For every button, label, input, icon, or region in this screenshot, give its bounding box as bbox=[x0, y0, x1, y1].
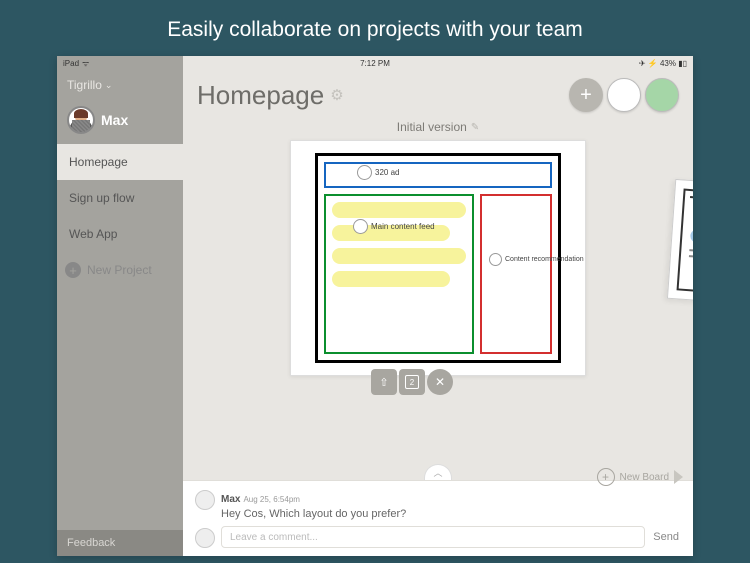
sidebar: Tigrillo ⌄ Max Homepage Sign up flow Web… bbox=[57, 56, 183, 556]
feedback-button[interactable]: Feedback bbox=[57, 530, 183, 556]
next-board-preview[interactable] bbox=[667, 179, 693, 305]
collaborator-avatar-1[interactable] bbox=[607, 78, 641, 112]
board-toolbar: ⇧ 2 ✕ bbox=[371, 369, 453, 395]
annotation-rec[interactable]: Content recommendation bbox=[489, 253, 584, 266]
sidebar-item-web-app[interactable]: Web App bbox=[57, 216, 183, 252]
comment-timestamp: Aug 25, 6:54pm bbox=[243, 495, 299, 504]
main-content: Homepage ⚙ + Initial version ✎ bbox=[183, 56, 693, 556]
board-card[interactable]: 320 ad Main content feed Content recomme… bbox=[290, 140, 586, 376]
new-project-button[interactable]: + New Project bbox=[57, 252, 183, 288]
page-title: Homepage bbox=[197, 80, 324, 111]
add-button[interactable]: + bbox=[569, 78, 603, 112]
avatar bbox=[195, 528, 215, 548]
canvas-area: 320 ad Main content feed Content recomme… bbox=[183, 140, 693, 480]
comment-composer: Leave a comment... Send bbox=[195, 526, 681, 548]
current-user[interactable]: Max bbox=[57, 100, 183, 144]
comment-text: Hey Cos, Which layout do you prefer? bbox=[221, 508, 681, 520]
new-board-label: New Board bbox=[620, 472, 669, 483]
annotation-ad-label: 320 ad bbox=[375, 168, 399, 177]
expand-comments[interactable]: ︿ bbox=[424, 464, 452, 480]
avatar bbox=[67, 106, 95, 134]
comment-input[interactable]: Leave a comment... bbox=[221, 526, 645, 548]
page-header: Homepage ⚙ + bbox=[183, 70, 693, 116]
avatar bbox=[195, 490, 215, 510]
promo-headline: Easily collaborate on projects with your… bbox=[167, 0, 583, 56]
annotation-ad[interactable]: 320 ad bbox=[357, 165, 399, 180]
sidebar-item-homepage[interactable]: Homepage bbox=[57, 144, 183, 180]
arrow-right-icon bbox=[674, 470, 683, 484]
username: Max bbox=[101, 112, 128, 128]
app-frame: iPad ᯤ 7:12 PM ✈ ⚡ 43% ▮▯ Tigrillo ⌄ Max… bbox=[57, 56, 693, 556]
gear-icon[interactable]: ⚙ bbox=[330, 86, 343, 104]
new-project-label: New Project bbox=[87, 263, 152, 277]
send-button[interactable]: Send bbox=[651, 531, 681, 543]
annotation-main[interactable]: Main content feed bbox=[353, 219, 435, 234]
share-button[interactable]: ⇧ bbox=[371, 369, 397, 395]
comment-row: MaxAug 25, 6:54pm Hey Cos, Which layout … bbox=[195, 489, 681, 520]
collaborator-avatar-2[interactable] bbox=[645, 78, 679, 112]
workspace-name: Tigrillo bbox=[67, 78, 102, 92]
close-icon: ✕ bbox=[435, 375, 445, 389]
close-button[interactable]: ✕ bbox=[427, 369, 453, 395]
pencil-icon: ✎ bbox=[471, 122, 479, 133]
version-label: Initial version bbox=[397, 120, 467, 134]
comment-author: Max bbox=[221, 494, 240, 505]
new-board-button[interactable]: + New Board bbox=[597, 468, 683, 486]
count-button[interactable]: 2 bbox=[399, 369, 425, 395]
plus-icon: + bbox=[65, 262, 81, 278]
comments-panel: MaxAug 25, 6:54pm Hey Cos, Which layout … bbox=[183, 480, 693, 556]
plus-icon: + bbox=[597, 468, 615, 486]
wireframe-main bbox=[324, 194, 474, 354]
sidebar-item-signup-flow[interactable]: Sign up flow bbox=[57, 180, 183, 216]
annotation-main-label: Main content feed bbox=[371, 222, 435, 231]
version-selector[interactable]: Initial version ✎ bbox=[183, 116, 693, 140]
share-icon: ⇧ bbox=[379, 376, 388, 389]
workspace-switcher[interactable]: Tigrillo ⌄ bbox=[57, 70, 183, 100]
annotation-rec-label: Content recommendation bbox=[505, 256, 584, 263]
count-value: 2 bbox=[405, 375, 419, 389]
wireframe-side bbox=[480, 194, 552, 354]
chevron-down-icon: ⌄ bbox=[105, 80, 113, 91]
